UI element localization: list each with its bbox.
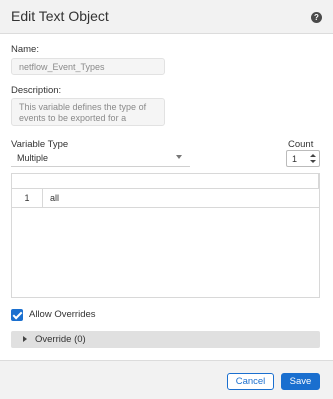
count-value: 1 (292, 154, 298, 164)
stepper-down-icon[interactable] (310, 160, 316, 163)
override-section-label: Override (0) (35, 334, 86, 345)
table-row[interactable]: 1 all (12, 189, 319, 208)
caret-right-icon (23, 336, 27, 342)
stepper-up-icon[interactable] (310, 154, 316, 157)
row-index: 1 (12, 189, 43, 207)
table-header (12, 174, 319, 189)
allow-overrides-checkbox[interactable] (11, 309, 23, 321)
chevron-down-icon (176, 155, 182, 159)
cancel-button[interactable]: Cancel (227, 373, 274, 390)
description-label: Description: (11, 85, 62, 96)
name-label: Name: (11, 44, 39, 55)
name-field[interactable]: netflow_Event_Types (11, 58, 165, 75)
dialog-header: Edit Text Object ? (0, 0, 333, 34)
variable-type-select[interactable]: Multiple (11, 150, 190, 167)
help-icon[interactable]: ? (311, 12, 322, 23)
dialog-footer: Cancel Save (0, 360, 333, 399)
override-section-toggle[interactable]: Override (0) (11, 331, 320, 348)
table-header-divider (318, 174, 319, 189)
values-table: 1 all (11, 173, 320, 298)
description-field[interactable]: This variable defines the type of events… (11, 98, 165, 126)
dialog-title: Edit Text Object (11, 8, 109, 24)
allow-overrides-label: Allow Overrides (29, 309, 96, 320)
variable-type-label: Variable Type (11, 139, 69, 150)
count-label: Count (288, 139, 314, 150)
save-button[interactable]: Save (281, 373, 320, 390)
count-stepper[interactable]: 1 (286, 150, 320, 167)
stepper-arrows-icon[interactable] (310, 153, 316, 164)
row-value[interactable]: all (50, 189, 59, 207)
variable-type-value: Multiple (17, 153, 49, 163)
